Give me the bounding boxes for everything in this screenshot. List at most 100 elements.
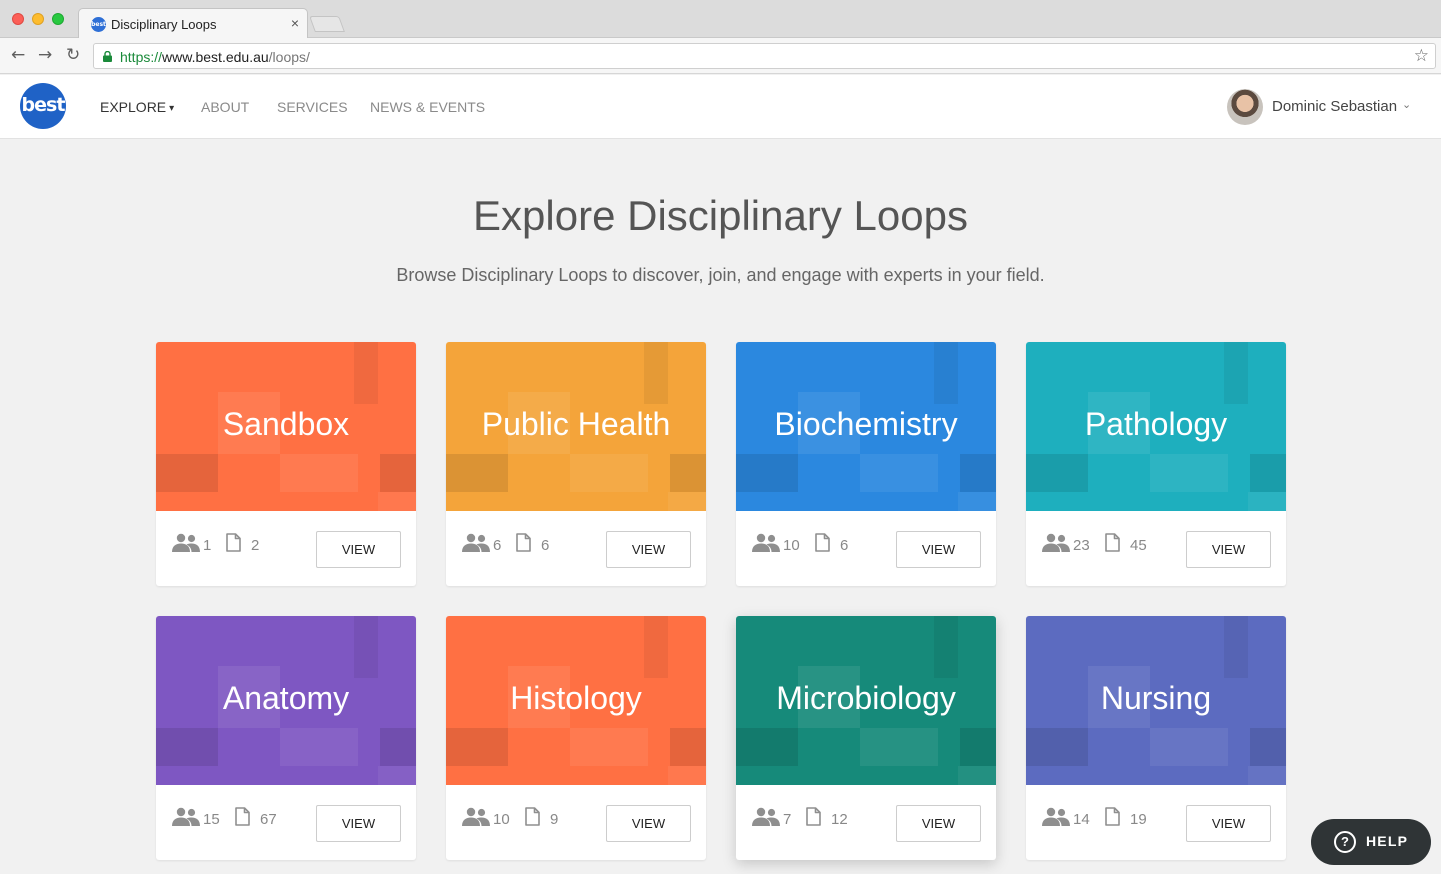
chevron-down-icon: ⌄ — [1402, 99, 1412, 111]
nav-explore-label: EXPLORE — [100, 99, 167, 115]
user-menu[interactable]: Dominic Sebastian ⌄ — [1227, 89, 1415, 125]
loop-title: Nursing — [1100, 680, 1212, 716]
nav-explore[interactable]: EXPLORE ▾ — [100, 99, 174, 115]
url-host: www.best.edu.au — [162, 49, 269, 65]
favicon-icon: best — [91, 17, 106, 32]
forward-arrow-icon[interactable]: → — [38, 45, 52, 65]
banner-pattern-tile — [960, 728, 996, 766]
loop-card-public-health[interactable]: Public Health 6 6 VIEW — [446, 342, 706, 586]
view-button[interactable]: VIEW — [606, 805, 691, 842]
nav-services[interactable]: SERVICES — [277, 99, 348, 115]
banner-pattern-tile — [380, 728, 416, 766]
new-tab-button[interactable] — [309, 16, 345, 32]
banner-pattern-tile — [570, 728, 648, 766]
resources-count: 6 — [541, 537, 550, 554]
banner-pattern-tile — [960, 454, 996, 492]
banner-pattern-tile — [1224, 342, 1248, 404]
loop-banner: Biochemistry — [736, 342, 996, 511]
view-button[interactable]: VIEW — [316, 805, 401, 842]
loop-footer: 6 6 VIEW — [446, 511, 706, 586]
members-count: 14 — [1073, 811, 1090, 828]
banner-pattern-tile — [1248, 766, 1286, 785]
back-arrow-icon[interactable]: ← — [11, 45, 25, 65]
lock-icon — [103, 51, 112, 62]
banner-pattern-tile — [670, 728, 706, 766]
resources-icon — [525, 807, 540, 831]
loop-card-biochemistry[interactable]: Biochemistry 10 6 VIEW — [736, 342, 996, 586]
banner-pattern-tile — [1026, 454, 1088, 492]
view-button[interactable]: VIEW — [896, 531, 981, 568]
close-window-button[interactable] — [12, 13, 24, 25]
browser-titlebar: best Disciplinary Loops × — [0, 0, 1441, 39]
minimize-window-button[interactable] — [32, 13, 44, 25]
banner-pattern-tile — [1248, 492, 1286, 511]
view-button[interactable]: VIEW — [606, 531, 691, 568]
url-path: /loops/ — [268, 49, 310, 65]
loop-card-microbiology[interactable]: Microbiology 7 12 VIEW — [736, 616, 996, 860]
loop-card-anatomy[interactable]: Anatomy 15 67 VIEW — [156, 616, 416, 860]
loop-banner: Pathology — [1026, 342, 1286, 511]
members-icon — [172, 533, 200, 558]
resources-count: 19 — [1130, 811, 1147, 828]
loop-banner: Histology — [446, 616, 706, 785]
banner-pattern-tile — [446, 728, 508, 766]
loop-banner: Nursing — [1026, 616, 1286, 785]
banner-pattern-tile — [644, 616, 668, 678]
resources-icon — [235, 807, 250, 831]
browser-tab[interactable]: best Disciplinary Loops × — [78, 8, 308, 39]
resources-count: 6 — [840, 537, 849, 554]
help-question-icon: ? — [1334, 831, 1356, 853]
loop-footer: 10 9 VIEW — [446, 785, 706, 860]
tab-close-icon[interactable]: × — [291, 15, 299, 31]
members-count: 1 — [203, 537, 212, 554]
loop-title: Biochemistry — [774, 406, 958, 442]
address-bar[interactable]: https://www.best.edu.au/loops/ ☆ — [93, 43, 1436, 69]
user-name: Dominic Sebastian — [1272, 98, 1398, 115]
resources-count: 67 — [260, 811, 277, 828]
help-button[interactable]: ? HELP — [1311, 819, 1431, 865]
banner-pattern-tile — [1026, 728, 1088, 766]
banner-pattern-tile — [958, 766, 996, 785]
members-count: 15 — [203, 811, 220, 828]
banner-pattern-tile — [670, 454, 706, 492]
view-button[interactable]: VIEW — [896, 805, 981, 842]
loop-card-sandbox[interactable]: Sandbox 1 2 VIEW — [156, 342, 416, 586]
loop-banner: Public Health — [446, 342, 706, 511]
reload-icon[interactable]: ↻ — [66, 45, 80, 65]
banner-pattern-tile — [1250, 728, 1286, 766]
bookmark-star-icon[interactable]: ☆ — [1414, 46, 1429, 66]
members-count: 23 — [1073, 537, 1090, 554]
banner-pattern-tile — [644, 342, 668, 404]
resources-icon — [806, 807, 821, 831]
loop-banner: Microbiology — [736, 616, 996, 785]
maximize-window-button[interactable] — [52, 13, 64, 25]
loop-card-pathology[interactable]: Pathology 23 45 VIEW — [1026, 342, 1286, 586]
chevron-down-icon: ▾ — [169, 103, 175, 114]
resources-icon — [1105, 533, 1120, 557]
view-button[interactable]: VIEW — [1186, 531, 1271, 568]
browser-toolbar: ← → ↻ https://www.best.edu.au/loops/ ☆ — [0, 38, 1441, 74]
loop-footer: 10 6 VIEW — [736, 511, 996, 586]
view-button[interactable]: VIEW — [1186, 805, 1271, 842]
resources-icon — [516, 533, 531, 557]
view-button[interactable]: VIEW — [316, 531, 401, 568]
nav-about[interactable]: ABOUT — [201, 99, 249, 115]
url-text[interactable]: https://www.best.edu.au/loops/ — [120, 49, 310, 65]
banner-pattern-tile — [156, 454, 218, 492]
loop-card-histology[interactable]: Histology 10 9 VIEW — [446, 616, 706, 860]
banner-pattern-tile — [1150, 728, 1228, 766]
loop-footer: 15 67 VIEW — [156, 785, 416, 860]
best-logo[interactable]: best — [20, 83, 66, 129]
loop-title: Microbiology — [776, 680, 956, 716]
banner-pattern-tile — [380, 454, 416, 492]
banner-pattern-tile — [1250, 454, 1286, 492]
resources-icon — [226, 533, 241, 557]
nav-news-events[interactable]: NEWS & EVENTS — [370, 99, 485, 115]
loop-title: Public Health — [481, 406, 671, 442]
tab-title: Disciplinary Loops — [111, 17, 217, 32]
banner-pattern-tile — [958, 492, 996, 511]
resources-count: 2 — [251, 537, 260, 554]
loop-title: Sandbox — [222, 406, 350, 442]
members-icon — [1042, 807, 1070, 832]
loop-card-nursing[interactable]: Nursing 14 19 VIEW — [1026, 616, 1286, 860]
